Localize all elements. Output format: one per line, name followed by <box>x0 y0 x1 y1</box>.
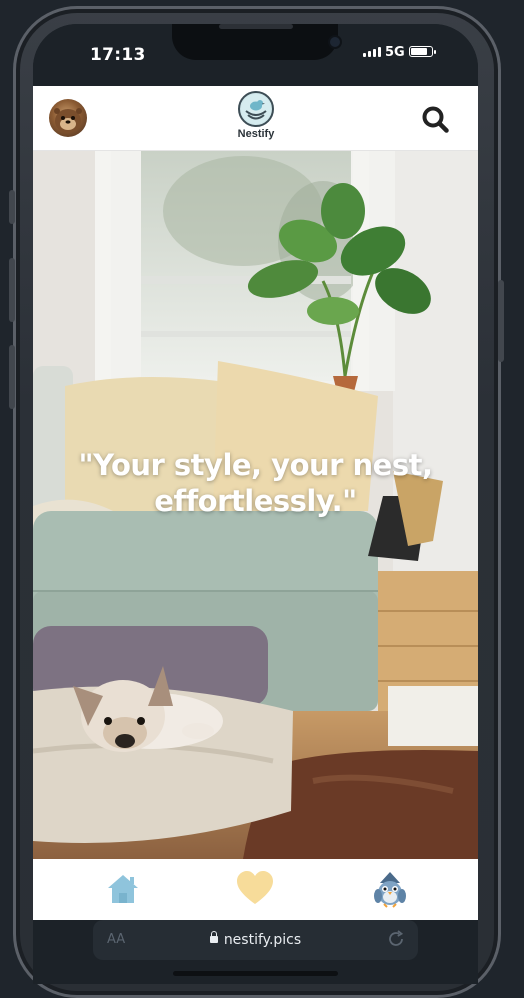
bird-mascot-icon <box>374 872 406 908</box>
phone-screen: 17:13 5G Nestify "Your style, your nest,… <box>33 24 478 984</box>
search-icon <box>422 106 449 133</box>
otter-icon <box>54 108 82 133</box>
home-icon <box>108 875 138 903</box>
silent-switch <box>9 190 15 224</box>
hero-quote-line-2: effortlessly." <box>154 484 357 518</box>
otter-avatar[interactable] <box>49 99 87 137</box>
heart-icon <box>237 871 273 904</box>
nav-favorites-button[interactable] <box>235 869 275 909</box>
brand-name: Nestify <box>237 128 275 140</box>
address-bar[interactable]: AA nestify.pics <box>93 920 418 960</box>
battery-level <box>411 48 427 55</box>
front-camera <box>330 37 340 47</box>
nestify-logo-icon <box>238 91 274 127</box>
url-text: nestify.pics <box>223 932 302 948</box>
nav-home-button[interactable] <box>103 869 143 909</box>
hero-quote: "Your style, your nest, effortlessly." <box>33 447 478 519</box>
lock-icon <box>209 931 218 943</box>
url-display: nestify.pics <box>93 931 418 948</box>
volume-up-button <box>9 258 15 322</box>
search-button[interactable] <box>419 103 453 137</box>
bottom-nav <box>33 859 478 920</box>
hero-quote-line-1: "Your style, your nest, <box>78 448 434 482</box>
network-label: 5G <box>385 45 405 60</box>
app-header: Nestify <box>33 86 478 151</box>
reload-icon[interactable] <box>385 928 407 950</box>
notch <box>172 24 340 60</box>
nav-profile-button[interactable] <box>370 869 410 909</box>
hero-banner: "Your style, your nest, effortlessly." <box>33 151 478 859</box>
home-indicator <box>173 971 338 976</box>
speaker-grille <box>219 24 293 29</box>
battery-icon <box>409 46 436 57</box>
power-button <box>498 280 504 362</box>
status-time: 17:13 <box>90 45 146 65</box>
status-bar: 17:13 5G <box>33 24 478 86</box>
brand[interactable]: Nestify <box>231 91 281 140</box>
volume-down-button <box>9 345 15 409</box>
browser-bar: AA nestify.pics <box>33 920 478 984</box>
signal-icon <box>363 46 381 57</box>
